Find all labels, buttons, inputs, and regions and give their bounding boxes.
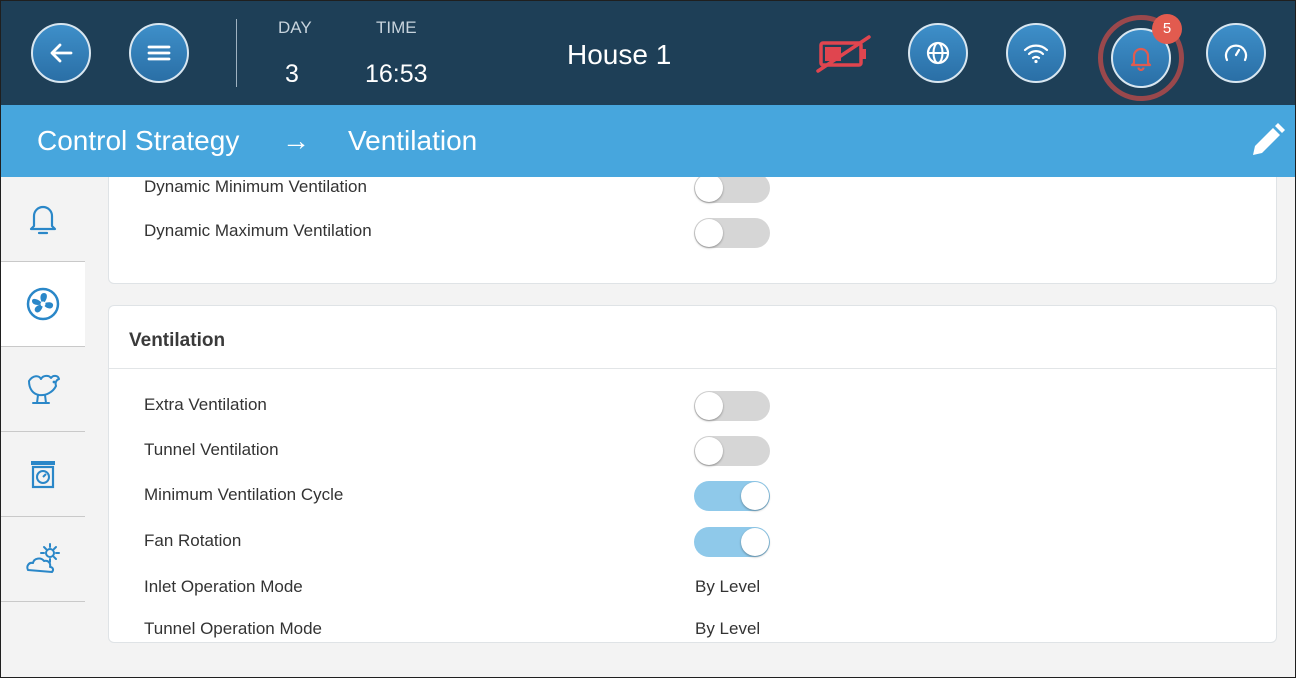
toggle-knob [695, 437, 723, 465]
alarm-count-badge: 5 [1152, 14, 1182, 44]
breadcrumb-arrow: → [282, 125, 310, 156]
toggle-knob [741, 482, 769, 510]
time-value: 16:53 [365, 60, 428, 88]
fan-rotation-label: Fan Rotation [144, 531, 242, 550]
tunnel-operation-mode-value[interactable]: By Level [695, 619, 760, 639]
bell-icon [1130, 47, 1152, 71]
ventilation-card: Ventilation Extra Ventilation Tunnel Ven… [108, 305, 1277, 643]
edit-button[interactable] [1247, 121, 1287, 166]
pencil-icon [1253, 123, 1285, 155]
ventilation-section-title: Ventilation [129, 330, 226, 351]
bell-icon [29, 205, 57, 235]
tunnel-ventilation-label: Tunnel Ventilation [144, 440, 279, 459]
menu-icon [147, 45, 171, 61]
dynamic-max-ventilation-toggle[interactable] [694, 218, 770, 248]
toggle-knob [741, 528, 769, 556]
section-divider [109, 368, 1276, 369]
inlet-operation-mode-label: Inlet Operation Mode [144, 577, 303, 596]
breadcrumb-ventilation: Ventilation [348, 125, 478, 156]
gauge-icon [1224, 44, 1248, 62]
bird-icon [28, 374, 60, 404]
dynamic-max-ventilation-label: Dynamic Maximum Ventilation [144, 221, 372, 240]
app-window: DAY 3 TIME 16:53 House 1 5 Dynamic Minim… [0, 0, 1296, 678]
back-arrow-icon [50, 43, 73, 63]
battery-off-icon [816, 35, 871, 73]
header-divider [236, 19, 237, 87]
language-button[interactable] [908, 23, 968, 83]
extra-ventilation-label: Extra Ventilation [144, 395, 267, 414]
toggle-knob [695, 174, 723, 202]
day-label: DAY [278, 18, 312, 37]
fan-icon [26, 287, 60, 321]
title-bar-overlay: Control Strategy → Ventilation [1, 105, 1295, 177]
min-ventilation-cycle-label: Minimum Ventilation Cycle [144, 485, 344, 504]
fan-rotation-toggle[interactable] [694, 527, 770, 557]
toggle-knob [695, 219, 723, 247]
tunnel-operation-mode-label: Tunnel Operation Mode [144, 619, 322, 638]
dynamic-min-ventilation-toggle[interactable] [694, 173, 770, 203]
battery-status[interactable] [815, 34, 877, 79]
inlet-operation-mode-value[interactable]: By Level [695, 577, 760, 597]
tunnel-ventilation-toggle[interactable] [694, 436, 770, 466]
breadcrumb-control-strategy[interactable]: Control Strategy [37, 125, 239, 157]
menu-button[interactable] [129, 23, 189, 83]
weather-icon [26, 543, 60, 573]
time-label: TIME [376, 18, 417, 37]
wifi-icon [1023, 44, 1049, 64]
day-value: 3 [285, 60, 299, 88]
extra-ventilation-toggle[interactable] [694, 391, 770, 421]
top-bar: DAY 3 TIME 16:53 House 1 5 [1, 1, 1295, 105]
sidebar-item-ventilation[interactable] [1, 262, 85, 347]
toggle-knob [695, 392, 723, 420]
min-ventilation-cycle-toggle[interactable] [694, 481, 770, 511]
sidebar-item-scales[interactable] [1, 432, 85, 517]
globe-icon [926, 41, 950, 65]
sidebar-item-weather[interactable] [1, 517, 85, 602]
sidebar-item-alarms[interactable] [1, 177, 85, 262]
dashboard-button[interactable] [1206, 23, 1266, 83]
sidebar [1, 177, 85, 677]
network-button[interactable] [1006, 23, 1066, 83]
house-name: House 1 [567, 39, 672, 70]
back-button[interactable] [31, 23, 91, 83]
dynamic-min-ventilation-label: Dynamic Minimum Ventilation [144, 177, 367, 196]
sidebar-item-birds[interactable] [1, 347, 85, 432]
scale-icon [31, 461, 55, 489]
